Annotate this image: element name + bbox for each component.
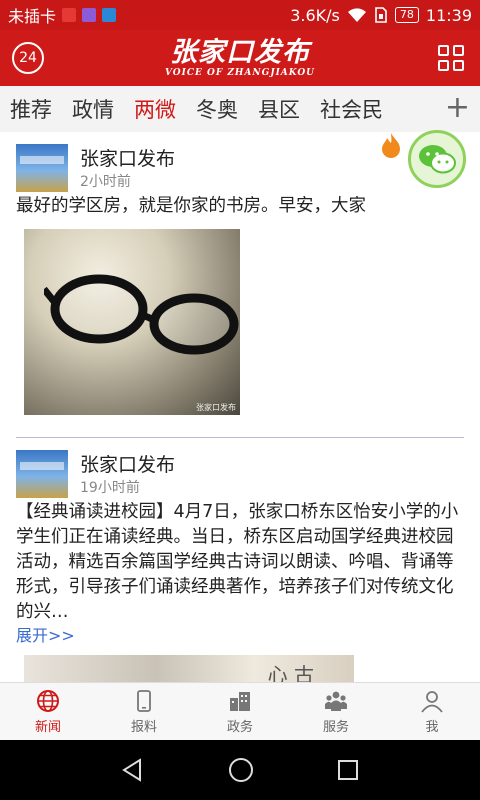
post-author[interactable]: 张家口发布 [80,450,175,478]
feed-post[interactable]: 张家口发布 19小时前 【经典诵读进校园】4月7日，张家口桥东区怡安小学的小学生… [0,438,480,682]
nav-label: 报料 [130,719,157,735]
nav-me[interactable]: 我 [384,683,480,740]
recent-apps-icon[interactable] [336,758,360,782]
image-watermark: 张家口发布 [196,403,236,412]
carrier-text: 未插卡 [8,7,57,26]
post-time: 2小时前 [80,174,131,190]
app-notification-icon [62,8,77,22]
tab-society[interactable]: 社会民 [320,94,383,124]
tab-politics[interactable]: 政情 [72,94,114,124]
wifi-icon [347,8,366,22]
nav-services[interactable]: 服务 [288,683,384,740]
back-icon[interactable] [120,757,146,783]
logo-chinese: 张家口发布 [170,37,310,68]
post-text[interactable]: 【经典诵读进校园】4月7日，张家口桥东区怡安小学的小学生们正在诵读经典。当日，桥… [16,500,464,625]
status-bar: 未插卡 3.6K/s 78 11:39 [0,0,480,30]
nav-government[interactable]: 政务 [192,683,288,740]
bottom-navigation: 新闻 报料 政务 服务 我 [0,682,480,740]
post-author[interactable]: 张家口发布 [80,144,175,172]
nav-label: 我 [425,719,439,735]
expand-link[interactable]: 展开>> [16,625,464,647]
avatar[interactable] [16,450,68,498]
app-logo: 张家口发布 VOICE OF ZHANGJIAKOU [164,37,316,79]
browser-notification-icon [102,8,117,22]
fire-icon[interactable] [380,132,402,158]
person-icon [421,690,443,713]
tab-counties[interactable]: 县区 [258,94,300,124]
nav-report[interactable]: 报料 [96,683,192,740]
nav-label: 新闻 [34,719,61,735]
nav-news[interactable]: 新闻 [0,683,96,740]
app-header: 24 张家口发布 VOICE OF ZHANGJIAKOU [0,30,480,86]
feed-post[interactable]: 张家口发布 2小时前 最好的学区房，就是你家的书房。早安，大家 张家口发布 [0,132,480,438]
people-icon [325,691,347,711]
channel-tabs: 推荐 政情 两微 冬奥 县区 社会民 + [0,86,480,132]
network-speed: 3.6K/s [290,5,340,25]
grid-menu-icon[interactable] [438,45,464,71]
add-channel-button[interactable]: + [440,92,470,124]
edition-badge[interactable]: 24 [12,42,44,74]
logo-english: VOICE OF ZHANGJIAKOU [164,68,316,78]
phone-icon [137,689,151,712]
tab-recommend[interactable]: 推荐 [10,94,52,124]
post-image[interactable]: 心 古 [24,655,354,682]
clock: 11:39 [425,5,472,25]
globe-icon [37,689,59,712]
post-text[interactable]: 最好的学区房，就是你家的书房。早安，大家 [16,194,464,219]
avatar[interactable] [16,144,68,192]
tab-winter-olympics[interactable]: 冬奥 [196,94,238,124]
news-feed[interactable]: 张家口发布 2小时前 最好的学区房，就是你家的书房。早安，大家 张家口发布 张家… [0,132,480,682]
battery-indicator: 78 [394,7,419,23]
system-navigation-bar [0,740,480,800]
image-caption-text: 心 古 [267,663,314,682]
post-time: 19小时前 [80,480,140,496]
wechat-float-button[interactable] [408,130,466,188]
nav-label: 政务 [226,719,253,735]
photo-notification-icon [82,8,97,22]
post-image[interactable]: 张家口发布 [24,229,240,415]
sim-icon [375,7,387,23]
wechat-icon [419,145,456,174]
building-icon [230,691,250,711]
tab-weibo-wechat[interactable]: 两微 [134,94,176,124]
glasses-illustration [44,274,239,355]
nav-label: 服务 [322,719,349,735]
home-icon[interactable] [227,756,255,784]
